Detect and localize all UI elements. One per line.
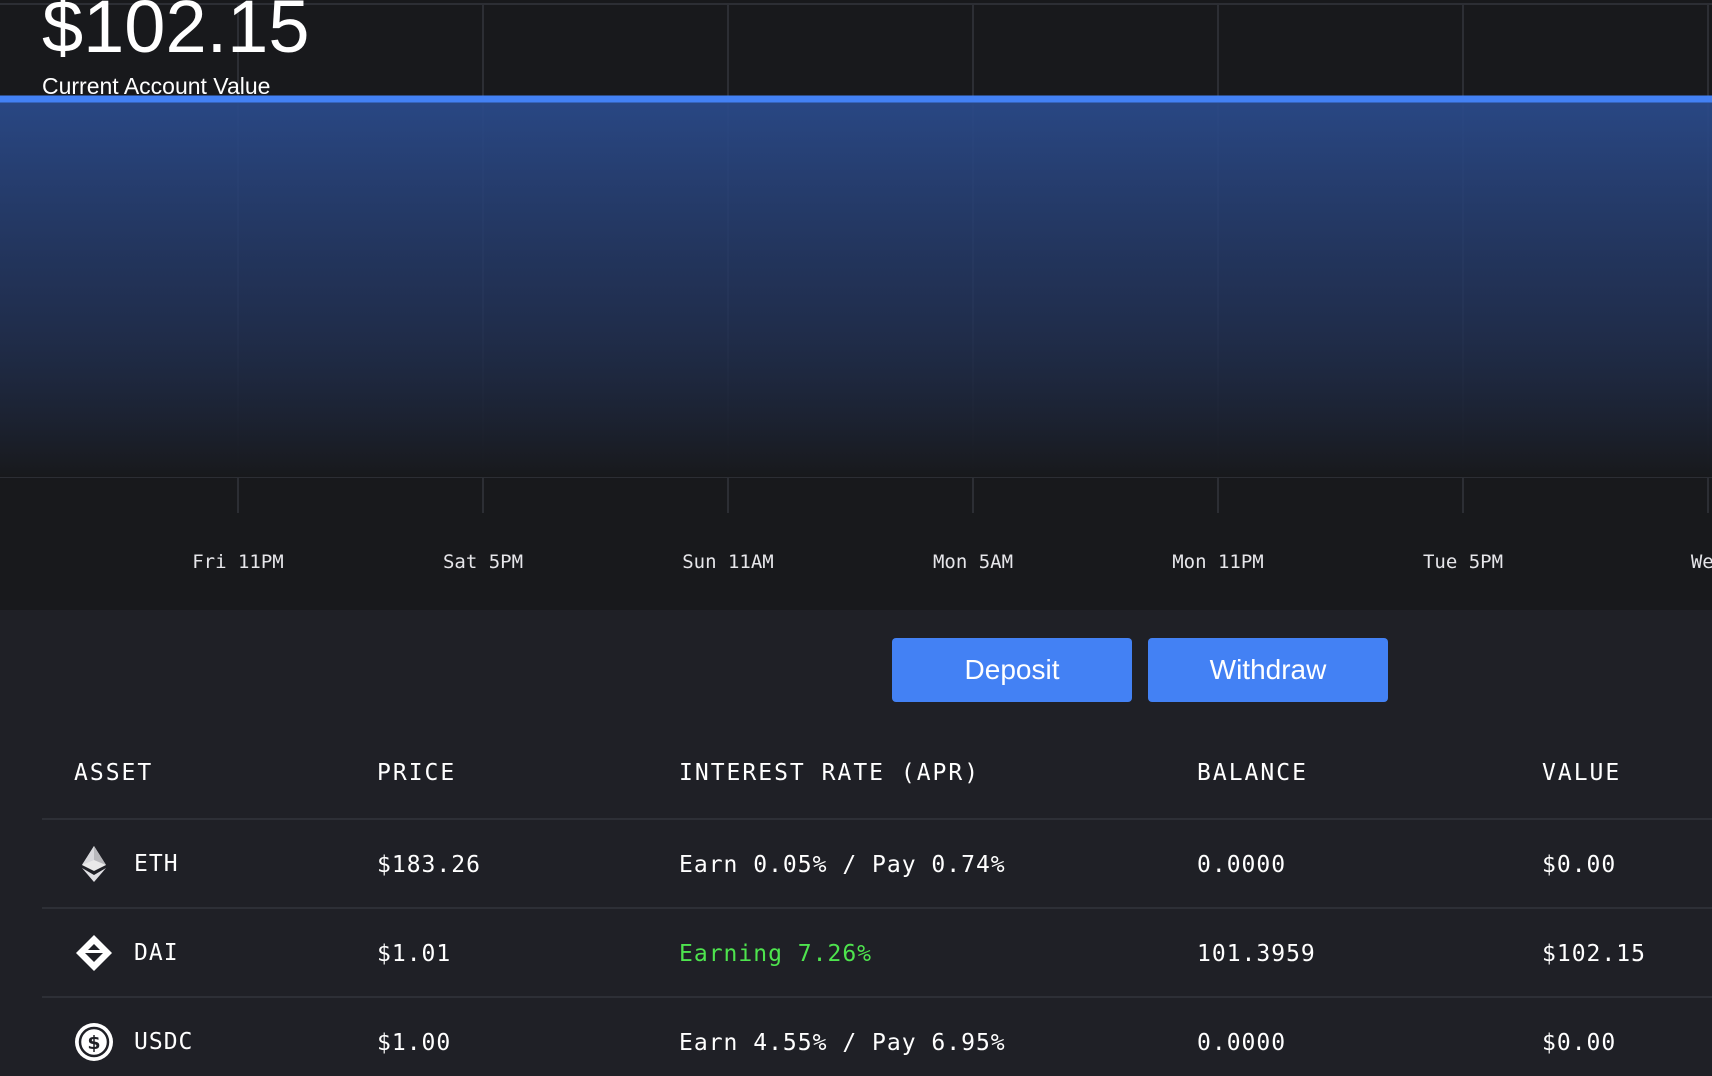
table-header: ASSET PRICE INTEREST RATE (APR) BALANCE … (42, 730, 1712, 820)
chart-area (0, 99, 1712, 477)
x-tick-label: Mon 5AM (933, 551, 1013, 573)
asset-interest-rate: Earning 7.26% (679, 941, 873, 967)
asset-cell: DAI (74, 929, 179, 977)
asset-value: $0.00 (1542, 1030, 1617, 1056)
svg-text:$: $ (87, 1032, 100, 1054)
asset-balance: 0.0000 (1197, 852, 1287, 878)
x-tick-label: Fri 11PM (192, 551, 284, 573)
header-interest-rate[interactable]: INTEREST RATE (APR) (679, 760, 980, 786)
table-row-dai[interactable]: DAI $1.01 Earning 7.26% 101.3959 $102.15 (42, 909, 1712, 998)
asset-interest-rate: Earn 4.55% / Pay 6.95% (679, 1030, 1006, 1056)
action-bar: Deposit Withdraw (0, 610, 1712, 710)
eth-icon (74, 844, 114, 884)
x-tick-label: Wed (1691, 551, 1712, 573)
asset-name: ETH (134, 851, 179, 877)
header-price[interactable]: PRICE (377, 760, 456, 786)
x-tick-label: Tue 5PM (1423, 551, 1503, 573)
asset-price: $183.26 (377, 852, 481, 878)
asset-value: $0.00 (1542, 852, 1617, 878)
dashboard: Fri 11PM Sat 5PM Sun 11AM Mon 5AM Mon 11PM Tu… (0, 0, 1712, 1076)
header-asset[interactable]: ASSET (74, 760, 153, 786)
table-row-eth[interactable]: ETH $183.26 Earn 0.05% / Pay 0.74% 0.000… (42, 820, 1712, 909)
table-row-usdc[interactable]: $ USDC $1.00 Earn 4.55% / Pay 6.95% 0.00… (42, 998, 1712, 1076)
chart-x-ticks: Fri 11PM Sat 5PM Sun 11AM Mon 5AM Mon 11PM Tu… (192, 551, 1712, 573)
asset-interest-rate: Earn 0.05% / Pay 0.74% (679, 852, 1006, 878)
account-value-label: Current Account Value (42, 73, 271, 99)
asset-balance: 101.3959 (1197, 941, 1316, 967)
header-balance[interactable]: BALANCE (1197, 760, 1308, 786)
account-value-chart: Fri 11PM Sat 5PM Sun 11AM Mon 5AM Mon 11PM Tu… (0, 0, 1712, 610)
assets-table: ASSET PRICE INTEREST RATE (APR) BALANCE … (42, 730, 1712, 1076)
asset-price: $1.00 (377, 1030, 452, 1056)
x-tick-label: Sat 5PM (443, 551, 523, 573)
x-tick-label: Sun 11AM (682, 551, 774, 573)
asset-name: DAI (134, 940, 179, 966)
dai-icon (74, 933, 114, 973)
deposit-button[interactable]: Deposit (892, 638, 1132, 702)
usdc-icon: $ (74, 1022, 114, 1062)
withdraw-button[interactable]: Withdraw (1148, 638, 1388, 702)
asset-balance: 0.0000 (1197, 1030, 1287, 1056)
asset-price: $1.01 (377, 941, 452, 967)
asset-cell: ETH (74, 840, 179, 888)
asset-cell: $ USDC (74, 1018, 193, 1066)
chart-area-layer (0, 99, 1712, 477)
asset-value: $102.15 (1542, 941, 1646, 967)
asset-name: USDC (134, 1029, 194, 1055)
x-tick-label: Mon 11PM (1172, 551, 1264, 573)
account-value: $102.15 (42, 0, 310, 68)
header-value[interactable]: VALUE (1542, 760, 1621, 786)
